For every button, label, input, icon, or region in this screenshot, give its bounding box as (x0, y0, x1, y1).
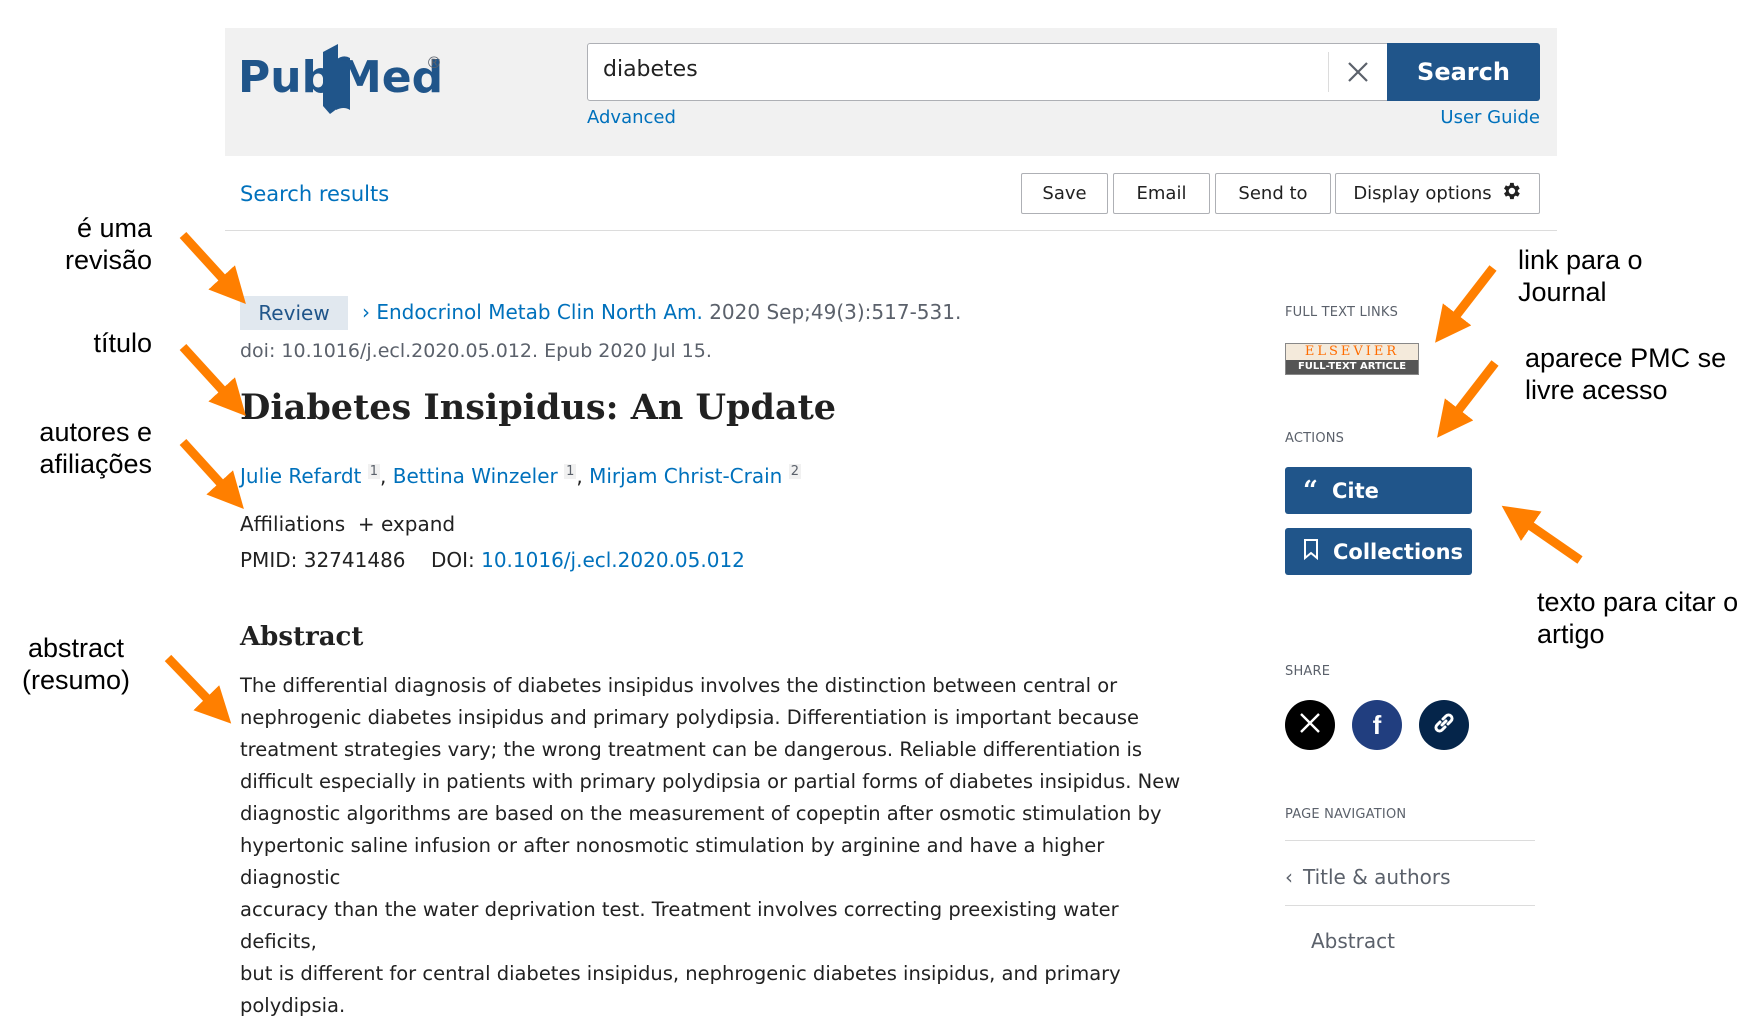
arrow-title (179, 343, 246, 416)
abstract-line: polydipsia. (240, 994, 346, 1017)
arrow-abstract (164, 654, 232, 724)
abstract-line: but is different for central diabetes in… (240, 962, 1121, 985)
annotation-arrows (164, 231, 1583, 724)
arrow-cite (1501, 505, 1583, 564)
arrow-authors (179, 438, 244, 509)
arrow-pmc (1437, 360, 1499, 438)
arrow-review (179, 231, 246, 304)
arrow-journal-link (1435, 265, 1497, 343)
